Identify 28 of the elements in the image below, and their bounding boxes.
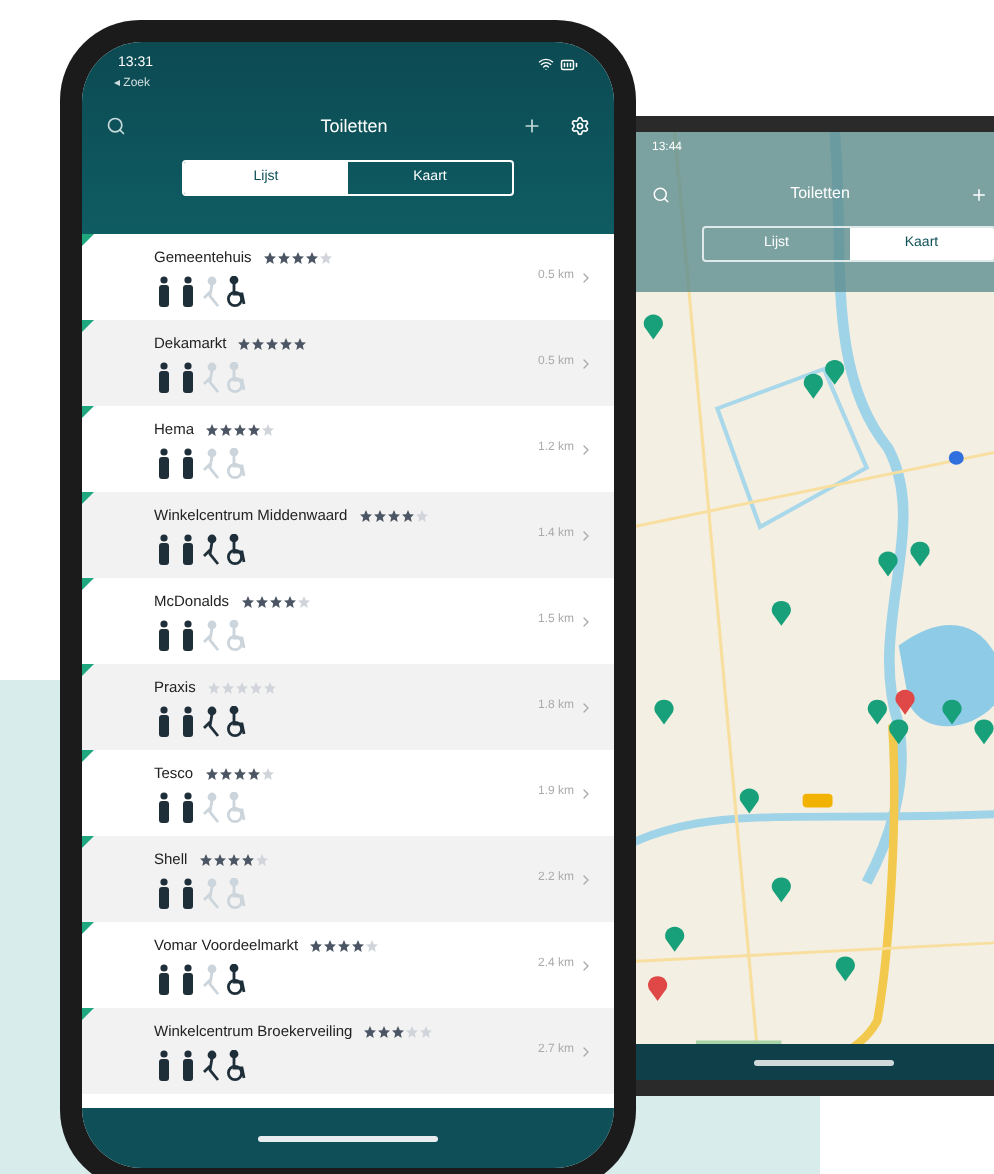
corner-marker-icon bbox=[82, 492, 94, 504]
home-indicator bbox=[754, 1059, 894, 1065]
corner-marker-icon bbox=[82, 750, 94, 762]
plus-icon[interactable] bbox=[522, 116, 542, 137]
chevron-icon bbox=[578, 527, 594, 543]
corner-marker-icon bbox=[82, 234, 94, 246]
corner-marker-icon bbox=[82, 1008, 94, 1020]
chevron-icon bbox=[578, 957, 594, 973]
corner-marker-icon bbox=[82, 922, 94, 934]
chevron-icon bbox=[578, 269, 594, 285]
chevron-icon bbox=[578, 613, 594, 629]
chevron-icon bbox=[578, 355, 594, 371]
chevron-icon bbox=[578, 785, 594, 801]
battery-icon bbox=[560, 55, 578, 74]
settings-icon[interactable] bbox=[570, 116, 590, 137]
corner-marker-icon bbox=[82, 664, 94, 676]
chevron-icon bbox=[578, 441, 594, 457]
search-icon[interactable] bbox=[106, 116, 126, 137]
chevron-icon bbox=[578, 1043, 594, 1059]
corner-marker-icon bbox=[82, 578, 94, 590]
corner-marker-icon bbox=[82, 836, 94, 848]
screen-title: Toiletten bbox=[790, 182, 850, 206]
chevron-icon bbox=[578, 699, 594, 715]
wifi-icon bbox=[538, 56, 554, 73]
chevron-icon bbox=[578, 871, 594, 887]
corner-marker-icon bbox=[82, 320, 94, 332]
screen-title: Toiletten bbox=[320, 113, 388, 139]
corner-marker-icon bbox=[82, 406, 94, 418]
